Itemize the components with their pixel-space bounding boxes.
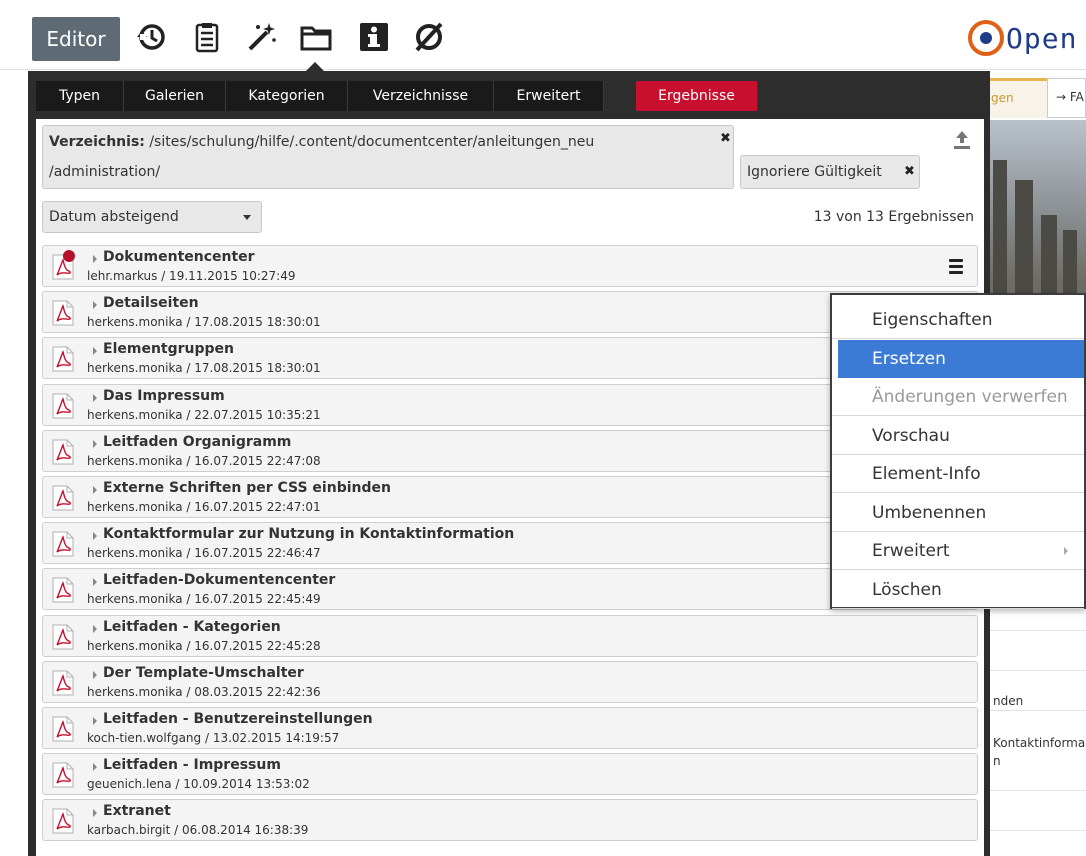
result-meta: herkens.monika / 16.07.2015 22:45:49 (87, 592, 321, 607)
context-menu-item-label: Umbenennen (872, 502, 987, 523)
pdf-file-icon (52, 716, 74, 742)
editor-toolbar: Editor Open (0, 0, 1086, 72)
result-meta: herkens.monika / 16.07.2015 22:46:47 (87, 546, 321, 561)
result-title: Leitfaden Organigramm (103, 433, 292, 450)
pdf-file-icon (52, 624, 74, 650)
chevron-down-icon (243, 215, 251, 220)
result-title: Extranet (103, 803, 171, 820)
opencms-logo: Open (966, 18, 1086, 58)
context-menu-item[interactable]: Eigenschaften (832, 301, 1084, 339)
result-meta: lehr.markus / 19.11.2015 10:27:49 (87, 269, 296, 283)
pdf-file-icon (52, 393, 74, 419)
result-title: Leitfaden - Impressum (103, 757, 281, 774)
tab-advanced[interactable]: Erweitert (494, 81, 604, 111)
tab-results[interactable]: Ergebnisse (636, 81, 758, 111)
context-menu-item-label: Änderungen verwerfen (872, 387, 1068, 407)
remove-folder-filter-icon[interactable]: ✖ (720, 131, 731, 146)
clipboard-icon[interactable] (190, 20, 224, 54)
pdf-file-icon (52, 346, 74, 372)
context-menu-button[interactable] (949, 259, 965, 275)
result-title: Kontaktformular zur Nutzung in Kontaktin… (103, 526, 515, 543)
sort-selected-value: Datum absteigend (49, 209, 179, 225)
pdf-file-icon (52, 300, 74, 326)
pdf-file-icon (52, 670, 74, 696)
submenu-arrow-icon (1064, 547, 1068, 555)
folder-path: /sites/schulung/hilfe/.content/documentc… (149, 134, 595, 150)
context-menu-item[interactable]: Löschen (832, 571, 1084, 609)
result-row[interactable]: Leitfaden - Impressum geuenich.lena / 10.… (42, 753, 978, 796)
folder-path-continued: /administration/ (49, 164, 161, 180)
result-row[interactable]: Leitfaden - Benutzereinstellungen koch-ti… (42, 707, 978, 749)
result-row[interactable]: Extranet karbach.birgit / 06.08.2014 16:3… (42, 799, 978, 842)
result-title: Detailseiten (103, 295, 199, 312)
site-snippet: nden (993, 694, 1024, 708)
result-title: Der Template-Umschalter (103, 664, 304, 681)
info-icon[interactable] (357, 20, 391, 54)
site-nav-tab: gen (985, 78, 1047, 118)
result-title: Das Impressum (103, 387, 225, 404)
site-snippet: Kontaktinforma (993, 736, 1086, 750)
context-menu-item[interactable]: Erweitert (832, 532, 1084, 570)
remove-validity-filter-icon[interactable]: ✖ (904, 156, 915, 188)
result-title: Leitfaden-Dokumentencenter (103, 572, 336, 589)
context-menu-item-label: Löschen (872, 579, 942, 600)
result-meta: geuenich.lena / 10.09.2014 13:53:02 (87, 777, 310, 792)
context-menu-item[interactable]: Umbenennen (832, 494, 1084, 532)
ignore-validity-label: Ignoriere Gültigkeit (747, 164, 882, 180)
changed-indicator-icon (63, 250, 75, 262)
result-count: 13 von 13 Ergebnissen (813, 209, 974, 225)
context-menu-item-label: Eigenschaften (872, 310, 993, 330)
ignore-validity-filter[interactable]: Ignoriere Gültigkeit ✖ (740, 155, 920, 189)
site-nav-tab: → FA (1047, 78, 1086, 118)
result-meta: herkens.monika / 16.07.2015 22:47:01 (87, 500, 321, 514)
context-menu-item-label: Ersetzen (872, 348, 946, 369)
result-meta: herkens.monika / 08.03.2015 22:42:36 (87, 684, 321, 699)
context-menu-item: Änderungen verwerfen (832, 378, 1084, 416)
result-meta: herkens.monika / 16.07.2015 22:45:28 (87, 638, 321, 653)
result-meta: herkens.monika / 16.07.2015 22:47:08 (87, 453, 321, 468)
result-row[interactable]: Dokumentencenter lehr.markus / 19.11.2015… (42, 245, 978, 287)
sort-dropdown[interactable]: Datum absteigend (42, 201, 262, 233)
visibility-off-icon[interactable] (412, 20, 446, 54)
result-title: Externe Schriften per CSS einbinden (103, 480, 391, 496)
context-menu-item-label: Erweitert (872, 541, 950, 561)
result-row[interactable]: Der Template-Umschalter herkens.monika / … (42, 660, 978, 703)
pdf-file-icon (52, 808, 74, 834)
context-menu: Eigenschaften Ersetzen Änderungen verwerfe… (830, 293, 1086, 609)
context-menu-item-label: Element-Info (872, 464, 981, 484)
editor-button[interactable]: Editor (32, 17, 120, 61)
pdf-file-icon (52, 485, 74, 511)
history-icon[interactable] (134, 20, 168, 54)
magic-wand-icon[interactable] (244, 20, 278, 54)
site-snippet: n (993, 754, 1001, 768)
result-title: Dokumentencenter (103, 249, 255, 265)
context-menu-item-label: Vorschau (872, 425, 950, 446)
folder-label: Verzeichnis: (49, 134, 145, 150)
result-meta: herkens.monika / 17.08.2015 18:30:01 (87, 361, 321, 376)
context-menu-item[interactable]: Ersetzen (838, 339, 1084, 378)
pdf-file-icon (52, 439, 74, 465)
pdf-file-icon (52, 531, 74, 557)
pdf-file-icon (52, 577, 74, 603)
context-menu-item[interactable]: Vorschau (832, 417, 1084, 455)
tab-folders[interactable]: Verzeichnisse (348, 81, 494, 111)
upload-icon[interactable] (952, 129, 972, 151)
result-meta: herkens.monika / 22.07.2015 10:35:21 (87, 407, 321, 422)
result-meta: herkens.monika / 17.08.2015 18:30:01 (87, 315, 321, 330)
result-title: Elementgruppen (103, 341, 234, 358)
result-meta: koch-tien.wolfgang / 13.02.2015 14:19:57 (87, 731, 340, 745)
tab-types[interactable]: Typen (36, 81, 124, 111)
pdf-file-icon (52, 762, 74, 788)
result-title: Leitfaden - Kategorien (103, 618, 281, 635)
folder-filter: Verzeichnis: /sites/schulung/hilfe/.cont… (42, 125, 734, 189)
tab-galleries[interactable]: Galerien (124, 81, 226, 111)
context-menu-item[interactable]: Element-Info (832, 455, 1084, 493)
result-row[interactable]: Leitfaden - Kategorien herkens.monika / 1… (42, 614, 978, 657)
tab-categories[interactable]: Kategorien (226, 81, 348, 111)
result-meta: karbach.birgit / 06.08.2014 16:38:39 (87, 823, 309, 838)
folder-icon[interactable] (299, 20, 333, 54)
result-title: Leitfaden - Benutzereinstellungen (103, 711, 373, 727)
